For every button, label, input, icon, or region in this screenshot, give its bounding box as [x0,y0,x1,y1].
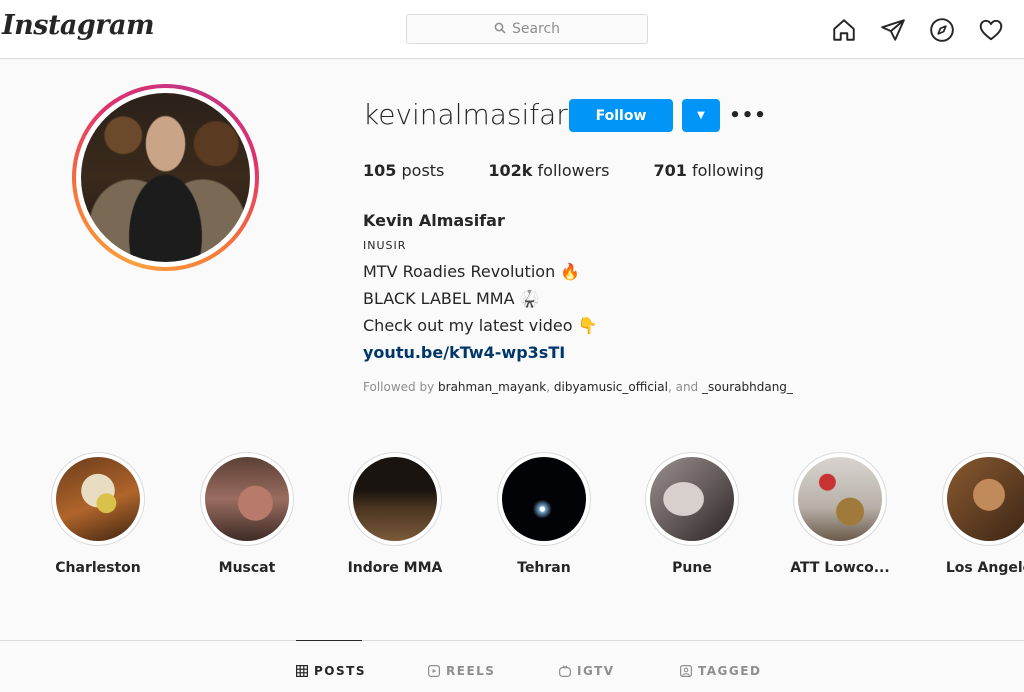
reels-icon [428,665,440,677]
followed-by-user[interactable]: _sourabhdang_ [702,380,793,394]
active-tab-indicator [296,640,362,641]
more-options-button[interactable]: ••• [729,101,766,129]
following-count[interactable]: 701 following [653,161,763,180]
bio-line: Check out my latest video 👇 [363,316,598,335]
profile-username: kevinalmasifar [363,98,568,131]
nav-icons [830,16,1004,43]
highlight-cover [353,457,437,541]
tab-label: TAGGED [698,664,762,678]
top-navigation-bar: Instagram Search [0,0,1024,59]
following-number: 701 [653,161,687,180]
highlight-label: Tehran [517,560,571,576]
highlight-label: Indore MMA [347,560,443,576]
igtv-icon [559,665,571,677]
highlight-cover [56,457,140,541]
highlight-cover [947,457,1024,541]
instagram-logo[interactable]: Instagram [2,10,155,41]
followers-label: followers [537,161,610,180]
story-highlights: Charleston Muscat Indore MMA Tehran Pune… [0,452,1024,592]
tab-posts[interactable]: POSTS [296,664,366,678]
highlight-ring [497,452,591,546]
ellipsis-icon: ••• [729,104,767,126]
tabs-divider [0,640,1024,641]
following-label: following [691,161,764,180]
activity-heart-icon[interactable] [977,16,1004,43]
posts-count: 105 posts [363,161,444,180]
followed-by: Followed by brahman_mayank, dibyamusic_o… [363,380,793,394]
explore-compass-icon[interactable] [928,16,955,43]
followed-by-user[interactable]: brahman_mayank [438,380,546,394]
home-icon[interactable] [830,16,857,43]
bio-line: BLACK LABEL MMA 🥋 [363,289,540,308]
tab-label: IGTV [577,664,615,678]
followers-number: 102k [488,161,533,180]
followers-count[interactable]: 102k followers [488,161,609,180]
highlight-cover [205,457,289,541]
direct-message-icon[interactable] [879,16,906,43]
profile-stats: 105 posts 102k followers 701 following [363,161,808,180]
separator: , and [667,380,699,394]
chevron-down-icon: ▼ [697,110,705,121]
search-placeholder: Search [511,21,561,37]
posts-label: posts [401,161,445,180]
tab-tagged[interactable]: TAGGED [680,664,761,678]
tagged-icon [680,665,692,677]
highlight-cover [650,457,734,541]
followed-by-user[interactable]: dibyamusic_official [554,380,668,394]
profile-full-name: Kevin Almasifar [363,211,505,230]
followed-by-prefix: Followed by [363,380,435,394]
follow-button[interactable]: Follow [569,99,673,132]
highlight-label: Los Angele [945,560,1024,576]
highlight-item[interactable]: Pune [617,452,767,576]
suggested-accounts-button[interactable]: ▼ [682,99,720,132]
search-icon [494,22,506,37]
highlight-label: ATT Lowco... [790,560,890,576]
bio-external-link[interactable]: youtu.be/kTw4-wp3sTI [363,339,598,366]
tab-label: REELS [446,664,496,678]
highlight-ring [645,452,739,546]
highlight-item[interactable]: Indore MMA [320,452,470,576]
highlight-item[interactable]: ATT Lowco... [765,452,915,576]
highlight-item[interactable]: Los Angele [914,452,1024,576]
separator: , [546,380,551,394]
avatar-border [76,88,255,267]
highlight-ring [793,452,887,546]
tab-label: POSTS [314,664,366,678]
highlight-cover [798,457,882,541]
profile-bio: Kevin Almasifar INUSIR MTV Roadies Revol… [363,207,598,366]
highlight-ring [51,452,145,546]
grid-icon [296,665,308,677]
tab-reels[interactable]: REELS [428,664,495,678]
highlight-ring [200,452,294,546]
profile-avatar-story-ring[interactable] [72,84,259,271]
profile-avatar [81,93,250,262]
highlight-label: Pune [672,560,712,576]
posts-number: 105 [363,161,397,180]
highlight-item[interactable]: Muscat [172,452,322,576]
highlight-item[interactable]: Charleston [23,452,173,576]
highlight-ring [942,452,1024,546]
highlight-item[interactable]: Tehran [469,452,619,576]
bio-line: MTV Roadies Revolution 🔥 [363,262,581,281]
profile-category: INUSIR [363,239,407,252]
highlight-ring [348,452,442,546]
tab-igtv[interactable]: IGTV [559,664,615,678]
highlight-label: Charleston [55,560,141,576]
search-input[interactable]: Search [406,14,648,44]
highlight-cover [502,457,586,541]
highlight-label: Muscat [218,560,276,576]
